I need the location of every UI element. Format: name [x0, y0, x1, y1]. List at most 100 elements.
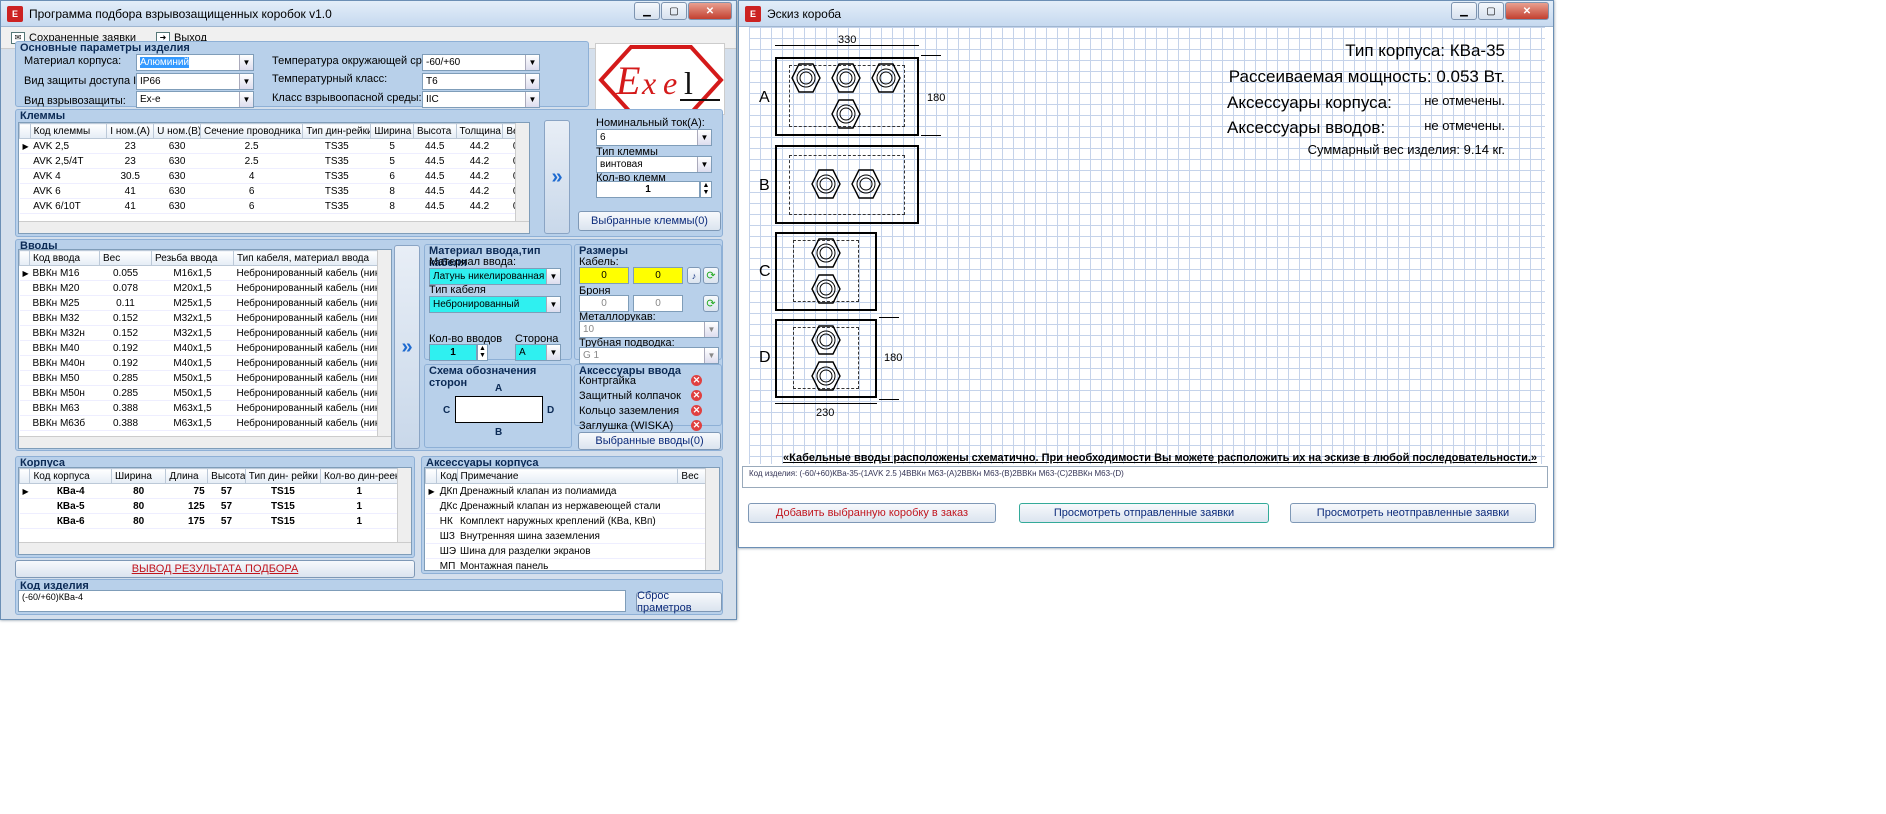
add-entry-button[interactable]: »	[394, 245, 420, 449]
clamps-column-header[interactable]: Сечение проводника	[199, 123, 304, 139]
row-selector[interactable]	[19, 198, 31, 214]
nominal-current-select[interactable]: 6 ▼	[596, 129, 712, 146]
clamp-count-input[interactable]: 1	[596, 181, 700, 198]
row-selector[interactable]	[19, 400, 30, 416]
housings-column-header[interactable]: Кол-во дин-реек	[320, 468, 399, 484]
housings-row[interactable]: КВа-68017557TS1510	[19, 513, 411, 529]
remove-icon[interactable]: ✕	[691, 405, 702, 416]
entries-vscroll[interactable]	[377, 250, 391, 448]
minimize-button[interactable]: ▁	[1451, 2, 1477, 20]
clamps-column-header[interactable]: Тип дин-рейки	[302, 123, 372, 139]
clamps-row[interactable]: AVK 6416306TS35844.544.20	[19, 183, 529, 199]
clamp-type-select[interactable]: винтовая ▼	[596, 156, 712, 173]
zone-select[interactable]: IIC ▼	[422, 91, 540, 108]
row-selector[interactable]	[425, 498, 437, 514]
entry-material-select[interactable]: Латунь никелированная ▼	[429, 268, 561, 285]
clamps-column-header[interactable]: Ширина	[370, 123, 414, 139]
product-code-field[interactable]: (-60/+60)КВа-4	[18, 590, 626, 612]
row-selector[interactable]: ▶	[19, 138, 31, 154]
entries-row[interactable]: ВВКн М50 0.285 M50x1,5 Небронированный кабе…	[19, 370, 391, 386]
view-sent-button[interactable]: Просмотреть отправленные заявки	[1019, 503, 1269, 523]
row-selector[interactable]	[19, 168, 31, 184]
row-selector[interactable]: ▶	[19, 483, 30, 499]
ex-select[interactable]: Ex-e ▼	[136, 91, 254, 108]
entries-row[interactable]: ▶ ВВКн М16 0.055 M16x1,5 Небронированный каб…	[19, 265, 391, 281]
clamps-vscroll[interactable]	[515, 123, 529, 233]
row-selector[interactable]	[19, 183, 31, 199]
selected-clamps-button[interactable]: Выбранные клеммы(0)	[578, 211, 721, 231]
minimize-button[interactable]: ▁	[634, 2, 660, 20]
entries-row[interactable]: ВВКн М40 0.192 M40x1,5 Небронированный кабе…	[19, 340, 391, 356]
clamps-row[interactable]: AVK 2,5/4T236302.5TS35544.544.20	[19, 153, 529, 169]
entries-row[interactable]: ВВКн М25 0.11 M25x1,5 Небронированный кабел…	[19, 295, 391, 311]
row-selector[interactable]: ▶	[425, 483, 437, 499]
main-titlebar[interactable]: E Программа подбора взрывозащищенных кор…	[1, 1, 736, 27]
clamps-column-header[interactable]: U ном.(B)	[153, 123, 201, 139]
housing-accessories-vscroll[interactable]	[705, 468, 719, 570]
row-selector[interactable]	[425, 558, 437, 570]
entries-row[interactable]: ВВКн М50н 0.285 M50x1,5 Небронированный каб…	[19, 385, 391, 401]
row-selector[interactable]	[425, 513, 437, 529]
reset-button[interactable]: Сброс праметров	[636, 590, 722, 614]
ip-select[interactable]: IP66 ▼	[136, 73, 254, 90]
entry-count-spinner[interactable]: ▲ ▼	[477, 344, 488, 361]
entries-row[interactable]: ВВКн М20 0.078 M20x1,5 Небронированный кабе…	[19, 280, 391, 296]
clamps-hscroll[interactable]	[19, 221, 529, 233]
hacc-row[interactable]: НК Комплект наружных креплений (КВа, КВп)…	[425, 513, 719, 529]
hacc-column-header[interactable]: Примечание	[456, 468, 679, 484]
remove-icon[interactable]: ✕	[691, 420, 702, 431]
entries-column-header[interactable]: Резьба ввода	[151, 250, 234, 266]
pipe-select[interactable]: G 1 ▼	[579, 347, 719, 364]
temperature-select[interactable]: -60/+60 ▼	[422, 54, 540, 71]
row-selector[interactable]	[19, 340, 30, 356]
row-selector[interactable]	[19, 355, 30, 371]
entries-hscroll[interactable]	[19, 436, 391, 448]
row-selector[interactable]: ▶	[19, 265, 30, 281]
cable-type-select[interactable]: Небронированный ▼	[429, 296, 561, 313]
armor-size-max[interactable]: 0	[633, 295, 683, 312]
sketch-titlebar[interactable]: E Эскиз короба ▁ ▢ ✕	[739, 1, 1553, 27]
view-unsent-button[interactable]: Просмотреть неотправленные заявки	[1290, 503, 1536, 523]
clamps-row[interactable]: AVK 430.56304TS35644.544.20	[19, 168, 529, 184]
add-to-order-button[interactable]: Добавить выбранную коробку в заказ	[748, 503, 996, 523]
armor-size-min[interactable]: 0	[579, 295, 629, 312]
entries-row[interactable]: ВВКн М40н 0.192 M40x1,5 Небронированный каб…	[19, 355, 391, 371]
close-button[interactable]: ✕	[1505, 2, 1549, 20]
clamps-row[interactable]: ▶AVK 2,5236302.5TS35544.544.20	[19, 138, 529, 154]
cable-size-min[interactable]: 0	[579, 267, 629, 284]
housings-row[interactable]: КВа-58012557TS1510	[19, 498, 411, 514]
housings-column-header[interactable]: Код корпуса	[29, 468, 112, 484]
row-selector[interactable]	[425, 543, 437, 559]
hacc-row[interactable]: ▶ДКпДренажный клапан из полиамида✕	[425, 483, 719, 499]
row-selector[interactable]	[19, 513, 30, 529]
row-selector[interactable]	[19, 295, 30, 311]
row-selector[interactable]	[19, 310, 30, 326]
selected-entries-button[interactable]: Выбранные вводы(0)	[578, 432, 721, 450]
clamps-table[interactable]: Код клеммы I ном.(A) U ном.(B) Сечение пров…	[18, 122, 530, 234]
entries-row[interactable]: ВВКн М32н 0.152 M32x1,5 Небронированный каб…	[19, 325, 391, 341]
row-selector[interactable]	[19, 415, 30, 431]
note-icon[interactable]: ♪	[687, 267, 701, 284]
row-selector[interactable]	[19, 280, 30, 296]
housings-column-header[interactable]: Высота	[207, 468, 246, 484]
row-selector[interactable]	[425, 528, 437, 544]
clamps-row[interactable]: AVK 6/10T416306TS35844.544.20	[19, 198, 529, 214]
entries-column-header[interactable]: Тип кабеля, материал ввода	[233, 250, 391, 266]
housings-row[interactable]: ▶КВа-4807557TS1510	[19, 483, 411, 499]
clamps-column-header[interactable]: Код клеммы	[29, 123, 108, 139]
entries-row[interactable]: ВВКн М32 0.152 M32x1,5 Небронированный кабе…	[19, 310, 391, 326]
row-selector[interactable]	[19, 498, 30, 514]
clamps-column-header[interactable]: I ном.(A)	[106, 123, 155, 139]
row-selector[interactable]	[19, 385, 30, 401]
result-button[interactable]: ВЫВОД РЕЗУЛЬТАТА ПОДБОРА	[15, 560, 415, 578]
hacc-row[interactable]: МПМонтажная панель✕	[425, 558, 719, 570]
metal-hose-select[interactable]: 10 ▼	[579, 321, 719, 338]
refresh-icon[interactable]: ⟳	[703, 267, 719, 284]
sketch-code-field[interactable]: Код изделия: (-60/+60)КВа-35-(1AVK 2.5 )…	[742, 466, 1548, 488]
remove-icon[interactable]: ✕	[691, 390, 702, 401]
entries-column-header[interactable]: Вес	[99, 250, 152, 266]
row-selector[interactable]	[19, 325, 30, 341]
side-select[interactable]: A ▼	[515, 344, 561, 361]
cable-size-max[interactable]: 0	[633, 267, 683, 284]
tclass-select[interactable]: T6 ▼	[422, 73, 540, 90]
